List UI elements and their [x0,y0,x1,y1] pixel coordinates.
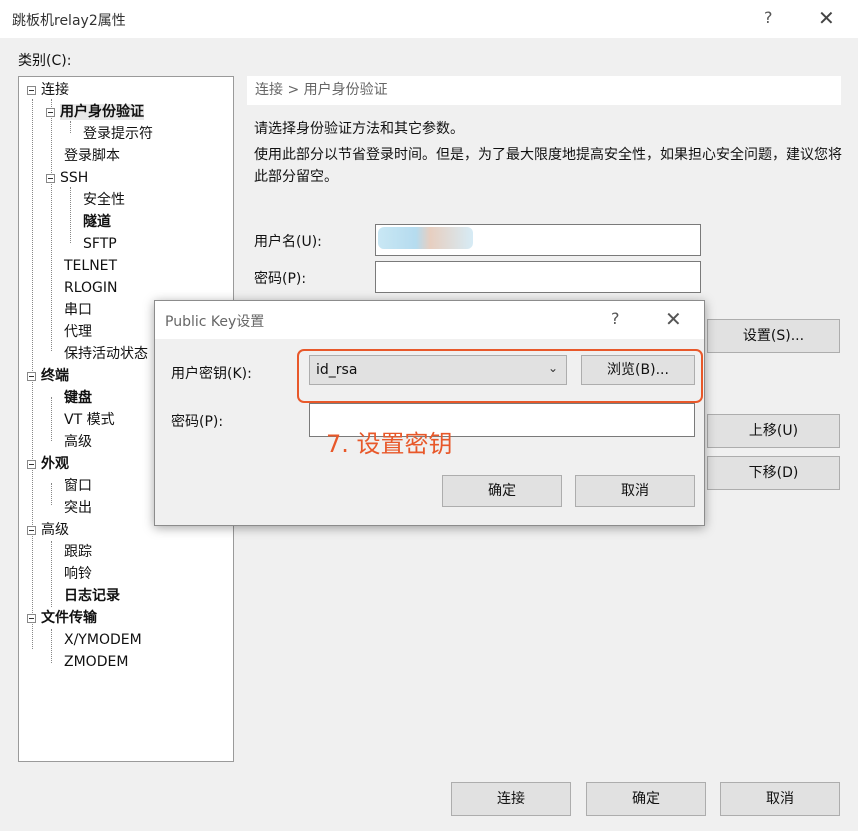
tree-item-proxy[interactable]: 代理 [64,322,92,342]
collapse-icon[interactable] [27,525,36,535]
tree-item-bell[interactable]: 响铃 [64,564,92,584]
ok-button[interactable]: 确定 [586,782,706,816]
redacted-username-image [378,227,473,249]
tree-item-terminal-advanced[interactable]: 高级 [64,432,92,452]
collapse-icon[interactable] [27,85,36,95]
connect-button[interactable]: 连接 [451,782,571,816]
tree-item-user-auth[interactable]: 用户身份验证 [46,102,144,122]
public-key-dialog: Public Key设置 ? ✕ 用户密钥(K): id_rsa ⌄ 浏览(B)… [154,300,705,526]
tree-item-ssh[interactable]: SSH [46,168,88,188]
dialog-title: Public Key设置 [165,314,265,330]
close-button[interactable]: ✕ [818,6,835,30]
help-button[interactable]: ? [764,8,773,27]
dialog-help-button[interactable]: ? [611,309,620,328]
tree-item-keyboard[interactable]: 键盘 [64,388,92,408]
tree-item-terminal[interactable]: 终端 [27,366,69,386]
dialog-title-bar: Public Key设置 ? ✕ [155,301,704,339]
tree-item-trace[interactable]: 跟踪 [64,542,92,562]
tree-item-vt-mode[interactable]: VT 模式 [64,410,115,430]
settings-button[interactable]: 设置(S)... [707,319,840,353]
category-label: 类别(C): [18,53,72,69]
tree-item-xymodem[interactable]: X/YMODEM [64,630,142,650]
tree-item-telnet[interactable]: TELNET [64,256,117,276]
tree-item-sftp[interactable]: SFTP [83,234,117,254]
tree-item-tunnel[interactable]: 隧道 [83,212,111,232]
tree-item-keepalive[interactable]: 保持活动状态 [64,344,148,364]
tree-item-advanced[interactable]: 高级 [27,520,69,540]
annotation-text: 7. 设置密钥 [326,430,453,458]
dialog-password-label: 密码(P): [171,414,224,430]
collapse-icon[interactable] [27,613,36,623]
username-label: 用户名(U): [254,234,322,250]
tree-item-file-transfer[interactable]: 文件传输 [27,608,97,628]
dialog-ok-button[interactable]: 确定 [442,475,562,507]
move-up-button[interactable]: 上移(U) [707,414,840,448]
move-down-button[interactable]: 下移(D) [707,456,840,490]
tree-item-highlight[interactable]: 突出 [64,498,92,518]
tree-item-serial[interactable]: 串口 [64,300,92,320]
tree-item-security[interactable]: 安全性 [83,190,125,210]
collapse-icon[interactable] [27,371,36,381]
highlight-box [297,349,703,403]
user-key-label: 用户密钥(K): [171,366,252,382]
password-label: 密码(P): [254,271,307,287]
tree-item-zmodem[interactable]: ZMODEM [64,652,128,672]
collapse-icon[interactable] [46,107,55,117]
title-bar: 跳板机relay2属性 ? ✕ [0,0,858,38]
description-text: 请选择身份验证方法和其它参数。 [254,121,464,137]
collapse-icon[interactable] [27,459,36,469]
collapse-icon[interactable] [46,173,55,183]
dialog-close-button[interactable]: ✕ [665,307,682,331]
tree-item-window[interactable]: 窗口 [64,476,92,496]
description-detail: 使用此部分以节省登录时间。但是，为了最大限度地提高安全性，如果担心安全问题，建议… [254,147,842,185]
dialog-cancel-button[interactable]: 取消 [575,475,695,507]
tree-item-connection[interactable]: 连接 [27,80,69,100]
breadcrumb: 连接 > 用户身份验证 [247,76,841,105]
tree-item-appearance[interactable]: 外观 [27,454,69,474]
tree-item-logging[interactable]: 日志记录 [64,586,120,606]
cancel-button[interactable]: 取消 [720,782,840,816]
window-title: 跳板机relay2属性 [12,13,126,29]
password-field[interactable] [375,261,701,293]
tree-item-login-script[interactable]: 登录脚本 [64,146,120,166]
tree-item-login-prompt[interactable]: 登录提示符 [83,124,153,144]
tree-item-rlogin[interactable]: RLOGIN [64,278,118,298]
